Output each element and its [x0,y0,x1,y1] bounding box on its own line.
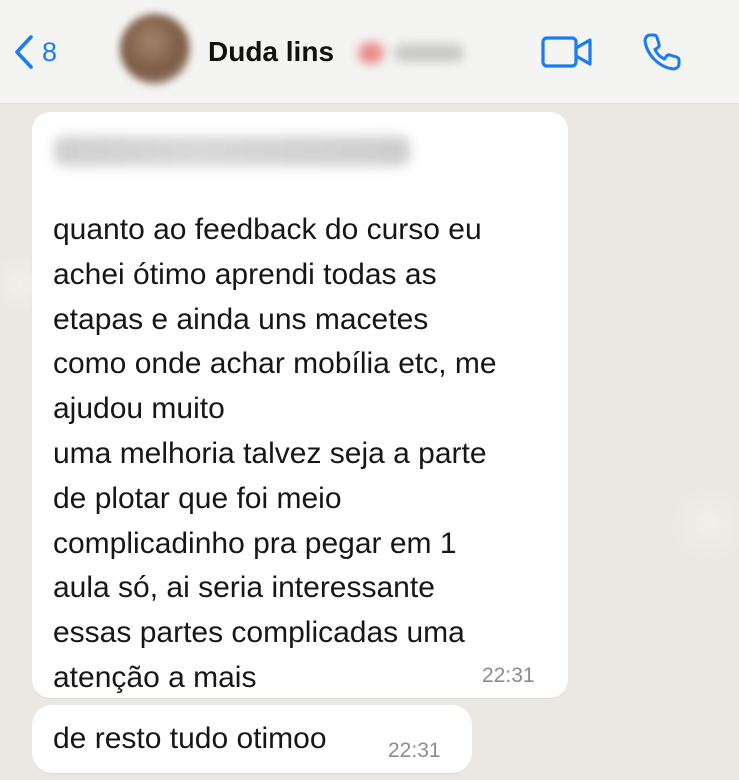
redacted-name-detail [358,40,468,66]
video-camera-icon [540,36,594,76]
chat-header: 8 Duda lins [0,0,739,104]
message-bubble[interactable]: quanto ao feedback do curso eu achei óti… [32,112,568,698]
unread-count: 8 [42,36,58,67]
avatar[interactable] [120,14,190,84]
message-timestamp: 22:31 [388,739,441,762]
redacted-quoted-text [54,136,410,166]
message-text: quanto ao feedback do curso eu achei óti… [53,213,497,694]
chevron-left-icon [14,34,34,70]
message-bubble[interactable]: de resto tudo otimoo 22:31 [32,705,472,773]
voice-call-button[interactable] [640,30,684,79]
back-button[interactable]: 8 [14,32,57,72]
contact-name[interactable]: Duda lins [208,36,334,68]
message-text: de resto tudo otimoo [53,722,327,755]
message-timestamp: 22:31 [482,664,535,687]
phone-icon [640,33,684,78]
video-call-button[interactable] [540,32,594,77]
